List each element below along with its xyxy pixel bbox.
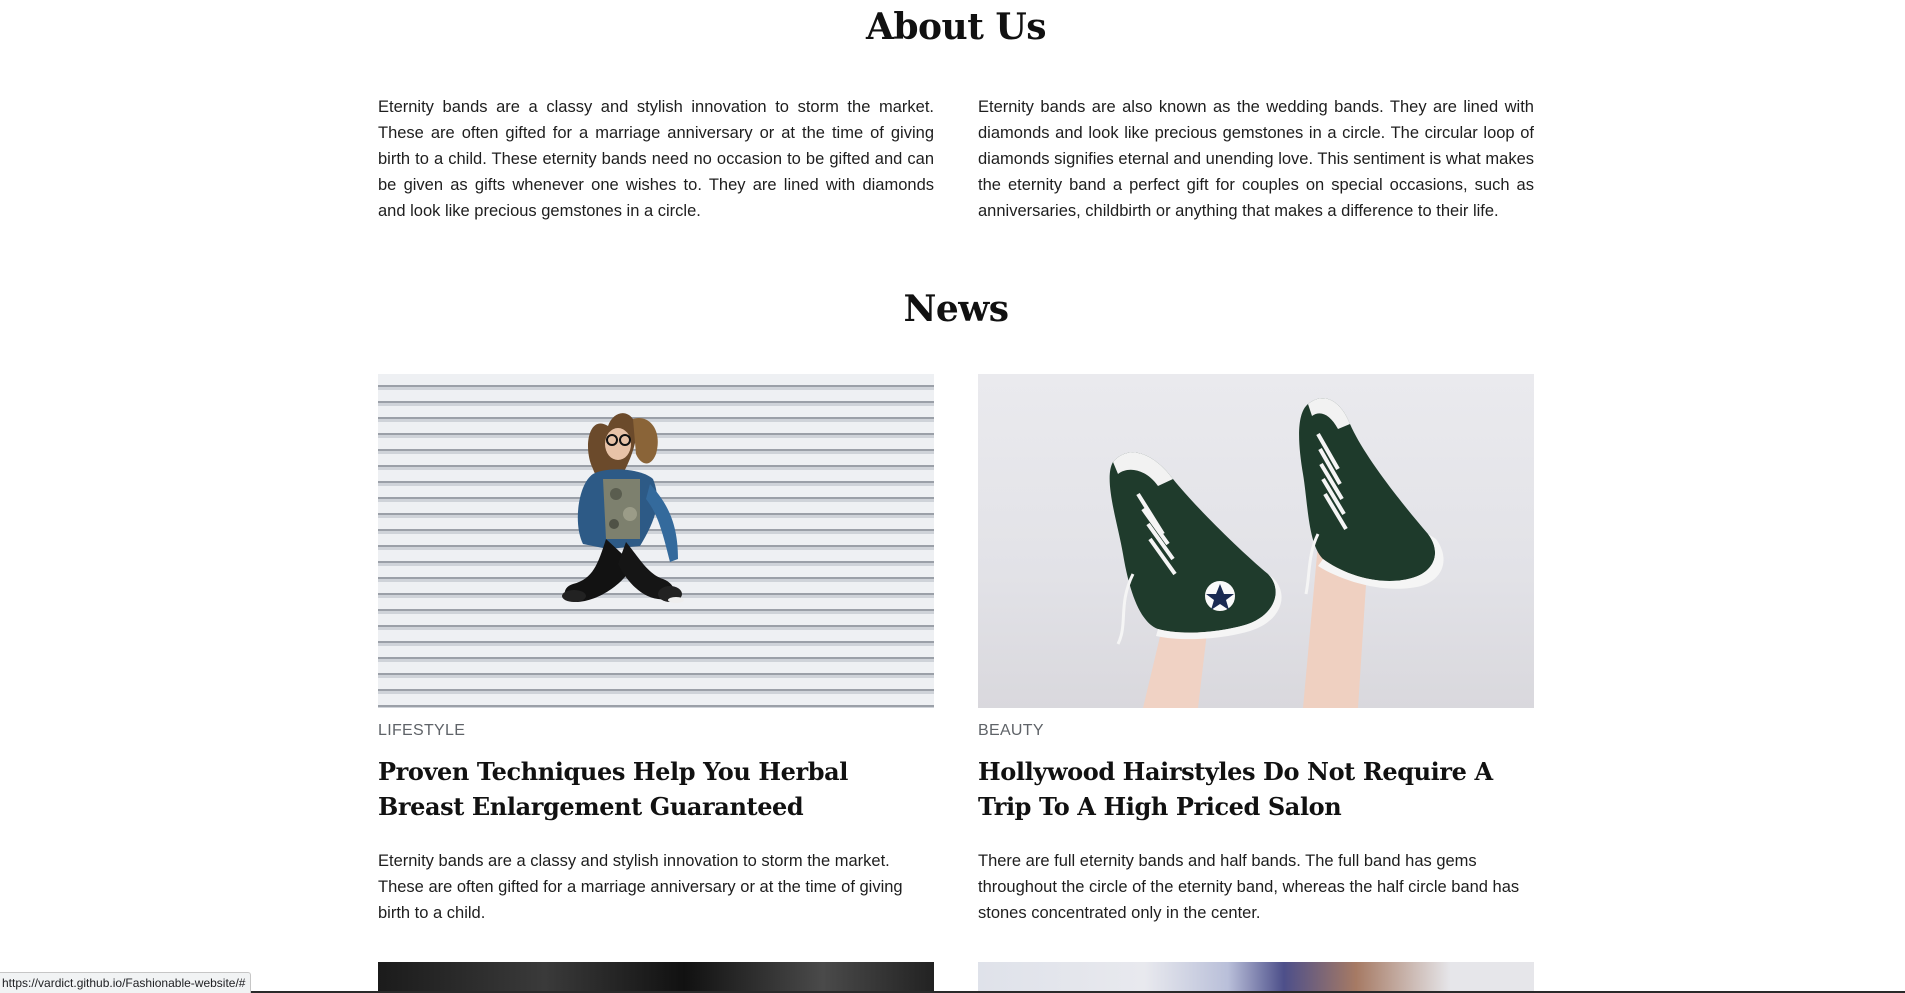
- sneakers-illustration: [1109, 398, 1444, 708]
- news-title: News: [903, 288, 1009, 330]
- news-card-image-sneakers[interactable]: [978, 374, 1534, 708]
- news-card-title: Proven Techniques Help You Herbal Breast…: [378, 754, 934, 824]
- news-card-category: LIFESTYLE: [378, 722, 466, 739]
- news-card-text: There are full eternity bands and half b…: [978, 852, 1520, 922]
- news-card-title-link[interactable]: Hollywood Hairstyles Do Not Require A Tr…: [978, 757, 1493, 821]
- about-paragraph-right: Eternity bands are also known as the wed…: [978, 98, 1534, 220]
- news-card-title: Hollywood Hairstyles Do Not Require A Tr…: [978, 754, 1534, 824]
- about-columns: Eternity bands are a classy and stylish …: [378, 94, 1534, 224]
- news-card: BEAUTY Hollywood Hairstyles Do Not Requi…: [978, 374, 1534, 926]
- about-paragraph-left: Eternity bands are a classy and stylish …: [378, 98, 934, 220]
- woman-jumping-illustration: [562, 413, 684, 603]
- news-next-row: [378, 962, 1534, 993]
- news-card-image-next-left[interactable]: [378, 962, 934, 993]
- news-card-category: BEAUTY: [978, 722, 1044, 739]
- about-title: About Us: [865, 6, 1047, 48]
- news-card-image-next-right[interactable]: [978, 962, 1534, 993]
- news-grid: LIFESTYLE Proven Techniques Help You Her…: [378, 374, 1534, 926]
- news-card-image-woman-jumping[interactable]: [378, 374, 934, 708]
- status-bar-url: https://vardict.github.io/Fashionable-we…: [0, 972, 252, 993]
- news-card: LIFESTYLE Proven Techniques Help You Her…: [378, 374, 934, 926]
- news-card-text: Eternity bands are a classy and stylish …: [378, 852, 903, 922]
- news-card-title-link[interactable]: Proven Techniques Help You Herbal Breast…: [378, 757, 848, 821]
